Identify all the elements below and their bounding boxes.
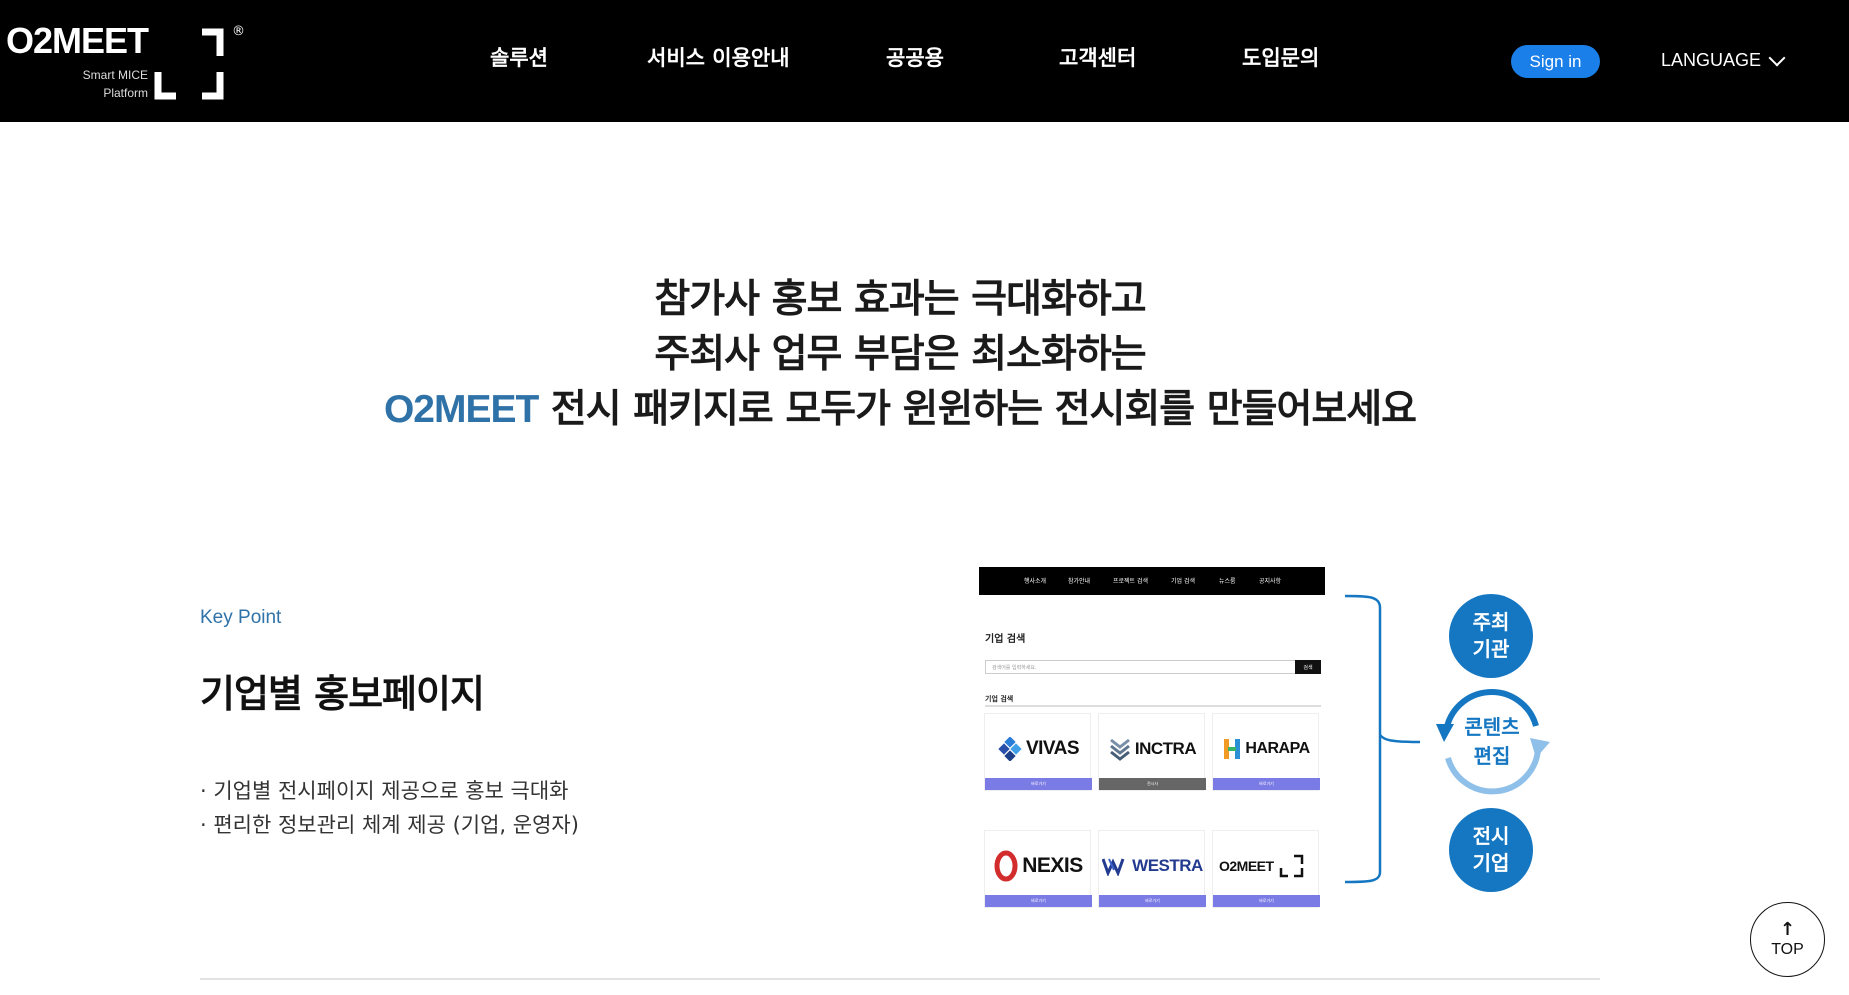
mockup-page-title: 기업 검색 xyxy=(985,634,1026,645)
company-card: NEXIS 바로가기 xyxy=(984,830,1092,908)
language-label: LANGUAGE xyxy=(1661,50,1762,70)
chevron-down-icon xyxy=(1768,49,1786,66)
arrow-up-icon: ↑ xyxy=(1779,918,1796,940)
company-logo: VIVAS xyxy=(985,734,1092,764)
company-logo: WESTRA xyxy=(1099,851,1206,881)
company-card: HARAPA 바로가기 xyxy=(1212,713,1320,791)
company-card: INCTRA 전시사 xyxy=(1098,713,1206,791)
company-logo: INCTRA xyxy=(1099,734,1206,764)
company-card-button: 바로가기 xyxy=(1099,895,1206,907)
scroll-to-top-button[interactable]: ↑ TOP xyxy=(1750,902,1825,977)
logo-wordmark: O2MEET xyxy=(6,20,149,61)
company-name: O2MEET xyxy=(1219,858,1274,874)
key-point-bullets: · 기업별 전시페이지 제공으로 홍보 극대화 · 편리한 정보관리 체계 제공… xyxy=(200,774,579,842)
mockup-nav-item: 뉴스룸 xyxy=(1219,578,1236,585)
hero-line-2: 주최사 업무 부담은 최소화하는 xyxy=(654,332,1146,377)
company-card-button: 전시사 xyxy=(1099,778,1206,790)
logo-tagline-line2: Platform xyxy=(103,86,148,100)
mockup-nav-item: 참가안내 xyxy=(1068,578,1091,585)
nav-item-public[interactable]: 공공용 xyxy=(886,42,944,72)
key-point-title: 기업별 홍보페이지 xyxy=(200,672,485,716)
host-organization-circle: 주최 기관 xyxy=(1449,594,1533,678)
company-card-button: 바로가기 xyxy=(985,778,1092,790)
top-label: TOP xyxy=(1771,940,1804,958)
w-mark-icon xyxy=(1102,858,1125,876)
registered-mark: ® xyxy=(232,24,245,39)
language-selector[interactable]: LANGUAGE xyxy=(1661,49,1786,71)
nav-item-solution[interactable]: 솔루션 xyxy=(490,42,548,72)
hero-headline: 참가사 홍보 효과는 극대화하고 주최사 업무 부담은 최소화하는 O2MEET… xyxy=(0,272,1800,437)
mockup-search-button: 검색 xyxy=(1295,660,1321,674)
mockup-nav-bar: 행사소개 참가안내 프로젝트 검색 기업 검색 뉴스룸 공지사항 xyxy=(979,567,1325,595)
logo-tagline-line1: Smart MICE xyxy=(82,68,148,82)
o2meet-logo-icon xyxy=(1279,854,1303,878)
exhibitor-company-circle: 전시 기업 xyxy=(1449,808,1533,892)
content-edit-label: 콘텐츠 편집 xyxy=(1464,715,1520,768)
company-card-button: 바로가기 xyxy=(1213,895,1320,907)
key-point-bullet: · 기업별 전시페이지 제공으로 홍보 극대화 xyxy=(200,779,569,803)
hero-line-3-rest: 전시 패키지로 모두가 윈윈하는 전시회를 만들어보세요 xyxy=(538,387,1417,432)
company-name: NEXIS xyxy=(1022,854,1083,877)
key-point-bullet: · 편리한 정보관리 체계 제공 (기업, 운영자) xyxy=(200,813,579,837)
nav-item-customer-center[interactable]: 고객센터 xyxy=(1059,42,1136,72)
h-mark-icon xyxy=(1224,739,1241,759)
top-navigation-bar: O2MEET Smart MICE Platform ® 솔루션 서비스 이용안… xyxy=(0,0,1849,122)
hero-brand: O2MEET xyxy=(383,388,539,431)
company-card: O2MEET 바로가기 xyxy=(1212,830,1320,908)
mockup-divider xyxy=(985,705,1321,707)
company-name: WESTRA xyxy=(1132,856,1203,875)
mockup-search-input: 검색어를 입력하세요. xyxy=(985,660,1299,674)
company-logo: HARAPA xyxy=(1213,734,1320,764)
company-name: INCTRA xyxy=(1134,739,1197,758)
company-logo: NEXIS xyxy=(985,850,1092,882)
company-logo: O2MEET xyxy=(1213,851,1320,881)
nav-item-inquiry[interactable]: 도입문의 xyxy=(1242,42,1319,72)
o2meet-logo[interactable]: O2MEET Smart MICE Platform ® xyxy=(6,20,246,100)
sign-in-button[interactable]: Sign in xyxy=(1511,45,1600,78)
section-divider xyxy=(200,978,1600,980)
key-point-label: Key Point xyxy=(200,607,282,628)
company-search-mockup: 행사소개 참가안내 프로젝트 검색 기업 검색 뉴스룸 공지사항 기업 검색 검… xyxy=(979,567,1325,910)
hero-line-1: 참가사 홍보 효과는 극대화하고 xyxy=(654,277,1146,322)
diamond-cluster-icon xyxy=(998,737,1022,761)
ring-icon xyxy=(994,850,1018,882)
company-card-button: 바로가기 xyxy=(985,895,1092,907)
mockup-nav-item: 프로젝트 검색 xyxy=(1113,578,1149,585)
hero-line-3: O2MEET 전시 패키지로 모두가 윈윈하는 전시회를 만들어보세요 xyxy=(0,382,1800,437)
chevron-stack-icon xyxy=(1109,738,1130,761)
logo-tagline: Smart MICE Platform xyxy=(76,66,148,102)
company-name: HARAPA xyxy=(1245,740,1310,757)
company-card: WESTRA 바로가기 xyxy=(1098,830,1206,908)
mockup-nav-item: 공지사항 xyxy=(1259,578,1282,585)
company-card: VIVAS 바로가기 xyxy=(984,713,1092,791)
company-name: VIVAS xyxy=(1025,738,1080,759)
logo-bracket-icon xyxy=(154,28,224,100)
mockup-list-title: 기업 검색 xyxy=(985,695,1014,703)
nav-item-service-guide[interactable]: 서비스 이용안내 xyxy=(647,42,790,72)
bracket-connector-icon xyxy=(1344,594,1420,884)
mockup-nav-item: 기업 검색 xyxy=(1171,578,1195,585)
company-card-button: 바로가기 xyxy=(1213,778,1320,790)
mockup-nav-item: 행사소개 xyxy=(1024,578,1047,585)
